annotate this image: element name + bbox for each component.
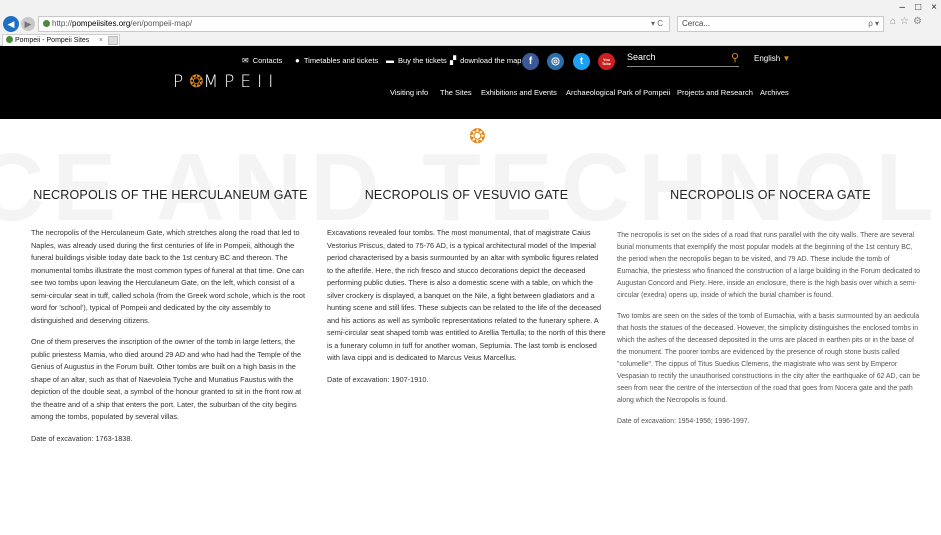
excavation-date: Date of excavation: 1907-1910. xyxy=(327,374,429,384)
logo-letters: MPEII xyxy=(203,72,280,92)
tab-close-button[interactable]: × xyxy=(99,35,103,46)
contacts-label: Contacts xyxy=(252,56,283,65)
url-prefix: http:// xyxy=(52,19,73,28)
toolbar-icons: ⌂ ☆ ⚙ xyxy=(890,16,922,27)
site-logo[interactable]: P❂MPEII xyxy=(173,72,279,92)
paragraph: Excavations revealed four tombs. The mos… xyxy=(327,228,606,362)
maximize-button[interactable]: □ xyxy=(915,2,921,13)
nav-exhibitions-events[interactable]: Exhibitions and Events xyxy=(481,88,557,97)
excavation-date: Date of excavation: 1954-1956; 1996-1997… xyxy=(617,418,750,425)
settings-gear-icon[interactable]: ⚙ xyxy=(913,16,922,27)
site-favicon-icon xyxy=(43,20,50,27)
url-path: /en/pompeii-map/ xyxy=(130,19,193,28)
nav-archaeological-park[interactable]: Archaeological Park of Pompeii xyxy=(566,88,670,97)
paragraph: The necropolis of the Herculaneum Gate, … xyxy=(31,228,306,325)
nav-the-sites[interactable]: The Sites xyxy=(440,88,472,97)
column-body: The necropolis is set on the sides of a … xyxy=(617,230,924,428)
column-herculaneum: NECROPOLIS OF THE HERCULANEUM GATE The n… xyxy=(31,188,310,445)
browser-chrome: – □ × ◀ ▶ http://pompeiisites.org/en/pom… xyxy=(0,0,941,46)
url-host: pompeiisites.org xyxy=(72,19,131,28)
column-vesuvio: NECROPOLIS OF VESUVIO GATE Excavations r… xyxy=(327,188,606,386)
clock-icon: ● xyxy=(295,56,300,65)
tab-favicon-icon xyxy=(6,36,13,43)
download-map-label: download the map xyxy=(460,56,522,65)
chevron-down-icon: ▼ xyxy=(782,54,791,63)
search-icon[interactable]: ⚲ xyxy=(731,51,739,64)
column-title: NECROPOLIS OF NOCERA GATE xyxy=(670,188,871,202)
forward-button[interactable]: ▶ xyxy=(21,17,35,31)
site-header: ✉ Contacts ● Timetables and tickets ▬ Bu… xyxy=(0,46,941,119)
home-icon[interactable]: ⌂ xyxy=(890,16,896,27)
nav-projects-research[interactable]: Projects and Research xyxy=(677,88,753,97)
facebook-icon[interactable]: f xyxy=(522,53,539,70)
column-body: Excavations revealed four tombs. The mos… xyxy=(327,227,606,386)
buy-tickets-link[interactable]: ▬ Buy the tickets xyxy=(386,56,447,65)
download-map-link[interactable]: ▞ download the map xyxy=(450,56,521,65)
twitter-icon[interactable]: t xyxy=(573,53,590,70)
column-title: NECROPOLIS OF VESUVIO GATE xyxy=(364,188,569,202)
new-tab-button[interactable] xyxy=(108,36,118,45)
timetables-label: Timetables and tickets xyxy=(303,56,379,65)
minimize-button[interactable]: – xyxy=(900,2,906,13)
nav-archives[interactable]: Archives xyxy=(760,88,789,97)
card-icon: ▬ xyxy=(386,56,394,65)
language-selector[interactable]: English ▼ xyxy=(754,54,790,63)
column-title: NECROPOLIS OF THE HERCULANEUM GATE xyxy=(33,188,308,202)
map-icon: ▞ xyxy=(450,56,457,65)
timetables-link[interactable]: ● Timetables and tickets xyxy=(295,56,378,65)
language-label: English xyxy=(754,54,781,63)
forward-arrow-icon: ▶ xyxy=(24,18,32,29)
buy-tickets-label: Buy the tickets xyxy=(398,56,447,65)
browser-tab[interactable]: Pompeii - Pompeii Sites × xyxy=(2,34,120,46)
sun-divider-icon: ❂ xyxy=(469,126,486,148)
site-search-input[interactable]: Search ⚲ xyxy=(627,52,739,67)
top-links: ✉ Contacts ● Timetables and tickets ▬ Bu… xyxy=(0,46,941,76)
favorites-star-icon[interactable]: ☆ xyxy=(900,16,909,27)
window-controls: – □ × xyxy=(900,2,937,13)
nav-visiting-info[interactable]: Visiting info xyxy=(390,88,428,97)
column-body: The necropolis of the Herculaneum Gate, … xyxy=(31,227,310,445)
logo-letter-p: P xyxy=(173,72,190,92)
sun-logo-icon: ❂ xyxy=(189,72,204,92)
tab-title: Pompeii - Pompeii Sites xyxy=(15,37,90,44)
browser-search-input[interactable]: Cerca... ρ ▾ xyxy=(677,16,884,32)
back-button[interactable]: ◀ xyxy=(3,16,19,32)
youtube-icon[interactable]: You Tube xyxy=(598,53,615,70)
column-nocera: NECROPOLIS OF NOCERA GATE The necropolis… xyxy=(617,188,924,428)
envelope-icon: ✉ xyxy=(242,56,249,65)
instagram-icon[interactable]: ◎ xyxy=(547,53,564,70)
paragraph: The necropolis is set on the sides of a … xyxy=(617,232,920,299)
browser-search-placeholder: Cerca... xyxy=(682,19,711,28)
close-window-button[interactable]: × xyxy=(931,2,937,13)
browser-search-icon[interactable]: ρ ▾ xyxy=(868,17,879,31)
refresh-button[interactable]: ▾ C xyxy=(651,17,663,31)
paragraph: One of them preserves the inscription of… xyxy=(31,337,302,421)
excavation-date: Date of excavation: 1763-1838. xyxy=(31,433,133,443)
back-arrow-icon: ◀ xyxy=(7,18,15,29)
paragraph: Two tombs are seen on the sides of the t… xyxy=(617,313,920,404)
contacts-link[interactable]: ✉ Contacts xyxy=(242,56,282,65)
address-bar[interactable]: http://pompeiisites.org/en/pompeii-map/ … xyxy=(38,16,670,32)
site-search-label: Search xyxy=(627,52,656,62)
